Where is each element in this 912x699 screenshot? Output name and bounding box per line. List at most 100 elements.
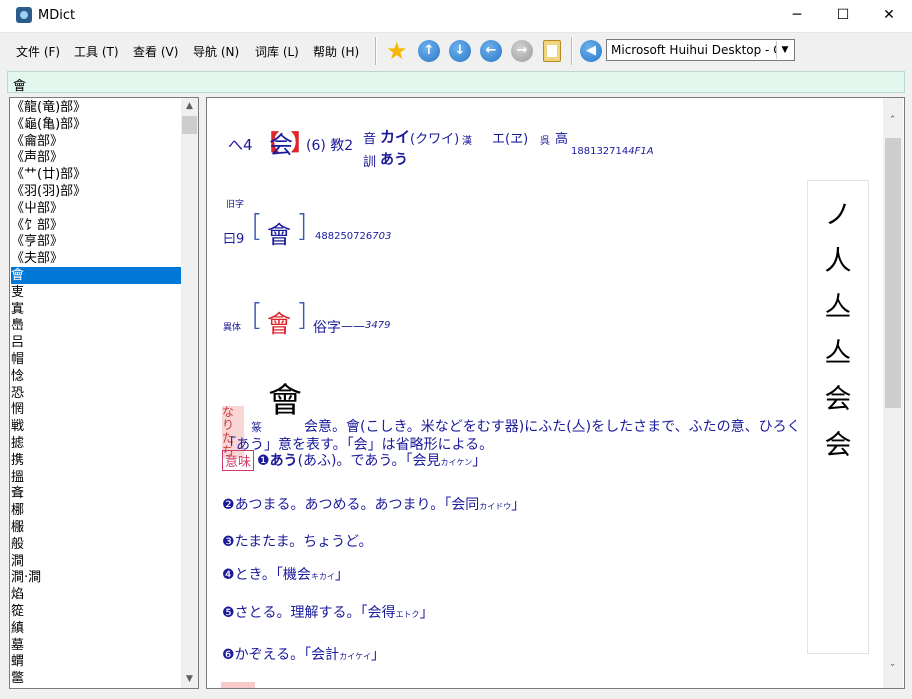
entry-content: へ4 【 会 】 (6) 教2 音 カイ (クワイ) 漢 エ(ヱ) 呉 高 訓 … <box>206 97 905 689</box>
list-item[interactable]: 蝟 <box>11 653 181 670</box>
list-item[interactable]: 斊 <box>11 485 181 502</box>
meaning-item: ❺さとる。理解する。「会得エトク」 <box>222 605 434 621</box>
meaning-item: ❹とき。「機会キカイ」 <box>222 567 349 583</box>
maximize-button[interactable]: ☐ <box>820 0 866 32</box>
stroke-step: 亼 <box>824 338 852 369</box>
title-bar: MDict ─ ☐ ✕ <box>0 0 912 33</box>
list-item[interactable]: 《声部》 <box>11 149 181 166</box>
menu-view[interactable]: 查看 (V) <box>133 43 178 60</box>
stroke-order-panel: ノ人亼亼会会 <box>807 180 869 654</box>
list-item[interactable]: 叓 <box>11 284 181 301</box>
kan-tag: 漢 <box>462 136 472 147</box>
radical-prefix: へ4 <box>228 136 253 154</box>
meaning-item: ❻かぞえる。「会計カイケイ」 <box>222 647 385 663</box>
list-item[interactable]: 《龍(竜)部》 <box>11 99 181 116</box>
back-arrow-icon[interactable]: ← <box>480 40 502 62</box>
var-bracket-close: ] <box>296 298 308 333</box>
list-item[interactable]: 棴 <box>11 519 181 536</box>
list-item[interactable]: 焰 <box>11 586 181 603</box>
close-button[interactable]: ✕ <box>866 0 912 32</box>
scroll-up-icon[interactable]: ▲ <box>181 98 198 115</box>
speaker-icon[interactable]: ◀ <box>580 40 602 62</box>
list-item[interactable]: 《龠部》 <box>11 133 181 150</box>
old-char: 會 <box>267 221 291 249</box>
headword: 会 <box>269 131 293 159</box>
list-item[interactable]: 摅 <box>11 435 181 452</box>
variant-desc: 俗字 <box>313 320 341 336</box>
variant-char: 會 <box>267 310 291 338</box>
list-item[interactable]: 惗 <box>11 368 181 385</box>
list-item[interactable]: 戦 <box>11 418 181 435</box>
go-tag: 呉 <box>540 136 550 147</box>
scroll-up-icon[interactable]: ⌃ <box>884 112 901 129</box>
scroll-down-icon[interactable]: ⌄ <box>884 656 901 673</box>
meaning-tag: 意味 <box>222 450 255 471</box>
on-label: 音 <box>363 132 377 147</box>
arrow-down-icon[interactable]: ↓ <box>449 40 471 62</box>
list-item[interactable]: 㠀 <box>11 317 181 334</box>
list-item[interactable]: 鄨 <box>11 670 181 687</box>
meaning-item: ❶あう(あふ)。であう。「会見カイケン」 <box>257 453 487 469</box>
old-bracket-open: [ <box>251 209 263 244</box>
word-list[interactable]: 《龍(竜)部》 《龜(亀)部》 《龠部》 《声部》 《艹(廿)部》 《羽(羽)部》 《屮部》… <box>9 97 199 689</box>
forward-arrow-icon[interactable]: → <box>511 40 533 62</box>
arrow-up-icon[interactable]: ↑ <box>418 40 440 62</box>
list-item[interactable]: 會 <box>11 267 181 284</box>
list-item[interactable]: 般 <box>11 536 181 553</box>
list-item[interactable]: 寘 <box>11 301 181 318</box>
list-item[interactable]: 《艹(廿)部》 <box>11 166 181 183</box>
list-item[interactable]: 墓 <box>11 637 181 654</box>
list-item[interactable]: 搵 <box>11 469 181 486</box>
stroke-step: 会 <box>824 384 852 415</box>
list-item[interactable]: 携 <box>11 452 181 469</box>
list-item[interactable]: 梛 <box>11 502 181 519</box>
list-item[interactable]: 恐 <box>11 385 181 402</box>
list-item[interactable]: 帽 <box>11 351 181 368</box>
list-item[interactable]: 惘 <box>11 401 181 418</box>
mdict-app-icon <box>16 7 32 23</box>
clipboard-icon[interactable] <box>543 40 561 62</box>
stroke-step: 人 <box>824 246 852 277</box>
seal-label: 篆 <box>251 421 262 434</box>
minimize-button[interactable]: ─ <box>774 0 820 32</box>
list-item[interactable]: 吕 <box>11 334 181 351</box>
on-kan-alt: (クワイ) <box>410 132 460 147</box>
grade: (6) 教2 <box>306 138 354 154</box>
word-list-scrollbar[interactable]: ▲ ▼ <box>181 98 198 688</box>
menu-library[interactable]: 词库 (L) <box>255 43 299 60</box>
variant-label: 異体 <box>223 323 242 333</box>
list-item[interactable]: 《夫部》 <box>11 250 181 267</box>
list-item[interactable]: 縝 <box>11 620 181 637</box>
menu-navigate[interactable]: 导航 (N) <box>193 43 239 60</box>
list-item[interactable]: 《亨部》 <box>11 233 181 250</box>
scrollbar-thumb[interactable] <box>182 116 197 134</box>
menu-tools[interactable]: 工具 (T) <box>74 43 119 60</box>
meaning-item: ❸たまたま。ちょうど。 <box>222 534 373 550</box>
toolbar-separator <box>375 37 377 65</box>
list-item[interactable]: 澗·澗 <box>11 569 181 586</box>
kun-reading: あう <box>380 152 408 168</box>
list-item[interactable]: 澗 <box>11 553 181 570</box>
scroll-down-icon[interactable]: ▼ <box>181 671 198 688</box>
list-item[interactable]: 《羽(羽)部》 <box>11 183 181 200</box>
var-bracket-open: [ <box>251 298 263 333</box>
list-item[interactable]: 《龜(亀)部》 <box>11 116 181 133</box>
stroke-step: 会 <box>824 430 852 461</box>
menu-file[interactable]: 文件 (F) <box>16 43 60 60</box>
search-input[interactable]: 會 <box>7 71 905 94</box>
code-1: 1881327144F1A <box>571 146 654 157</box>
meaning-item: ❷あつまる。あつめる。あつまり。「会同カイドウ」 <box>222 497 526 513</box>
content-scrollbar[interactable]: ⌃ ⌄ <box>883 98 903 688</box>
origin-text-1: 会意。會(こしき。米などをむす器)にふた(亼)をしたさまで、ふたの意、ひろく <box>304 419 801 435</box>
dictionary-select[interactable]: Microsoft Huihui Desktop - C ▼ <box>606 39 795 61</box>
list-item[interactable]: 篵 <box>11 603 181 620</box>
next-section-tag <box>221 682 255 688</box>
favorite-star-icon[interactable]: ★ <box>386 37 408 65</box>
list-item[interactable]: 《屮部》 <box>11 200 181 217</box>
seal-script-glyph: 會 <box>268 381 302 421</box>
menu-help[interactable]: 帮助 (H) <box>313 43 359 60</box>
list-item[interactable]: 《饣部》 <box>11 217 181 234</box>
old-bracket-close: ] <box>296 209 308 244</box>
scrollbar-thumb[interactable] <box>885 138 901 408</box>
chevron-down-icon[interactable]: ▼ <box>776 41 793 59</box>
